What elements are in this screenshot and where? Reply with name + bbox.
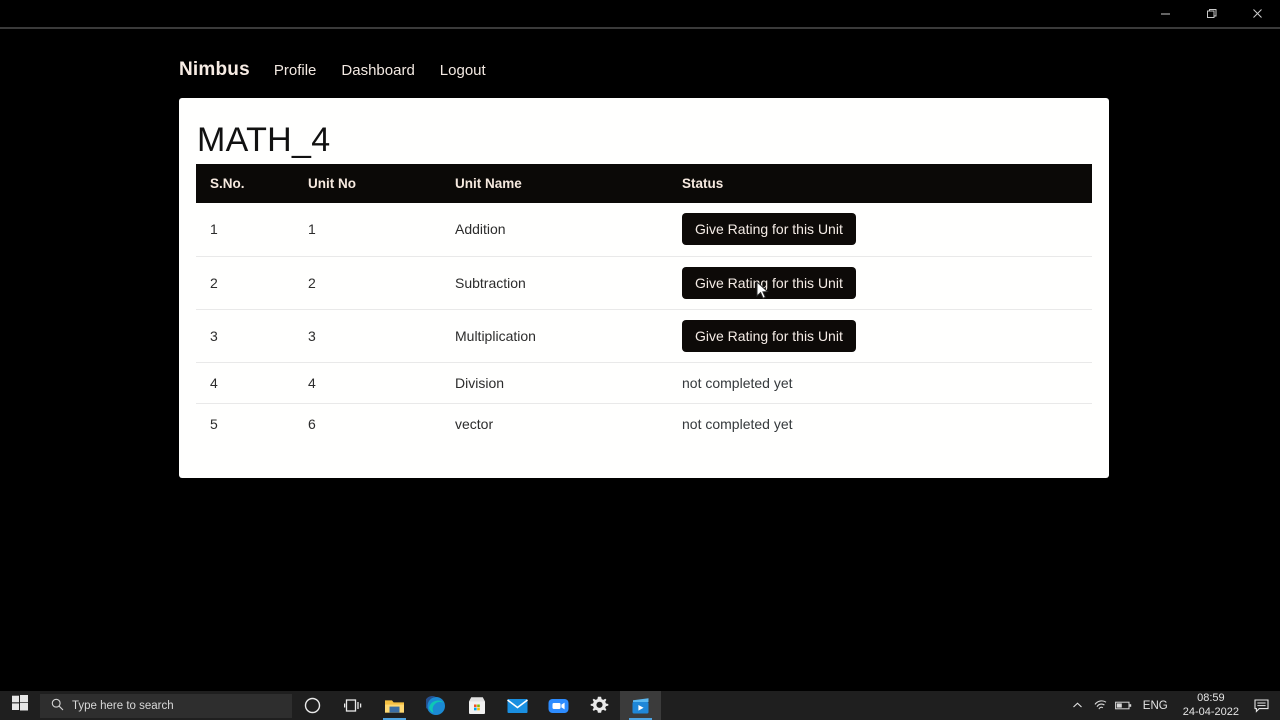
settings-gear-icon[interactable] bbox=[579, 691, 620, 720]
cell-sno: 5 bbox=[210, 415, 218, 432]
file-explorer-icon[interactable] bbox=[374, 691, 415, 720]
nav-link-logout[interactable]: Logout bbox=[440, 62, 486, 79]
table-row: 5 6 vector not completed yet bbox=[196, 403, 1092, 444]
cell-sno: 3 bbox=[196, 309, 308, 363]
language-indicator[interactable]: ENG bbox=[1135, 700, 1176, 712]
table-row: 4 4 Division not completed yet bbox=[196, 362, 1092, 404]
brand-logo[interactable]: Nimbus bbox=[179, 59, 250, 81]
column-header-status: Status bbox=[682, 176, 724, 191]
mail-icon[interactable] bbox=[497, 691, 538, 720]
cortana-icon[interactable] bbox=[292, 691, 333, 720]
cell-unit-name: Addition bbox=[455, 203, 682, 257]
cell-status: Give Rating for this Unit bbox=[682, 203, 1092, 257]
nav-link-profile[interactable]: Profile bbox=[274, 62, 317, 79]
give-rating-button[interactable]: Give Rating for this Unit bbox=[682, 213, 856, 246]
cell-status: Give Rating for this Unit bbox=[682, 309, 1092, 363]
clock-date: 24-04-2022 bbox=[1182, 705, 1239, 718]
app-page: Nimbus Profile Dashboard Logout MATH_4 S… bbox=[0, 29, 1280, 691]
table-header: S.No. Unit No Unit Name Status bbox=[196, 164, 1092, 203]
zoom-meetings-icon[interactable] bbox=[538, 691, 579, 720]
cell-status: not completed yet bbox=[682, 362, 1092, 404]
task-view-icon[interactable] bbox=[333, 691, 374, 720]
microsoft-store-icon[interactable] bbox=[456, 691, 497, 720]
status-text: not completed yet bbox=[682, 415, 793, 432]
start-button[interactable] bbox=[0, 691, 40, 720]
windows-logo-icon bbox=[12, 695, 28, 716]
system-tray: ENG 08:59 24-04-2022 bbox=[1066, 691, 1280, 720]
cell-sno: 1 bbox=[196, 203, 308, 257]
column-header-unit-no: Unit No bbox=[308, 176, 356, 191]
media-player-icon[interactable] bbox=[620, 691, 661, 720]
cell-status: not completed yet bbox=[682, 403, 1092, 444]
units-table: S.No. Unit No Unit Name Status 1 1 Addit… bbox=[196, 164, 1092, 444]
show-hidden-icons-chevron-up-icon[interactable] bbox=[1066, 691, 1089, 720]
table-body: 1 1 Addition Give Rating for this Unit 2… bbox=[196, 203, 1092, 444]
close-button[interactable] bbox=[1234, 0, 1280, 27]
column-header-sno: S.No. bbox=[210, 176, 245, 191]
cell-unit-no: 1 bbox=[308, 203, 455, 257]
restore-button[interactable] bbox=[1188, 0, 1234, 27]
page-title: MATH_4 bbox=[197, 121, 331, 159]
search-input[interactable]: Type here to search bbox=[40, 693, 292, 718]
cell-sno: 2 bbox=[196, 256, 308, 310]
taskbar: Type here to search ENG 08:59 24-04-2022 bbox=[0, 691, 1280, 720]
cell-unit-no: 4 bbox=[308, 362, 455, 404]
clock-time: 08:59 bbox=[1197, 691, 1225, 704]
column-header-unit-name: Unit Name bbox=[455, 176, 522, 191]
taskbar-icons bbox=[292, 691, 661, 720]
cell-unit-name: Subtraction bbox=[455, 256, 682, 310]
search-icon bbox=[51, 698, 64, 714]
edge-browser-icon[interactable] bbox=[415, 691, 456, 720]
cell-unit-no: 2 bbox=[308, 256, 455, 310]
window-titlebar bbox=[0, 0, 1280, 27]
give-rating-button[interactable]: Give Rating for this Unit bbox=[682, 266, 856, 299]
cell-unit-no: 3 bbox=[308, 309, 455, 363]
give-rating-button[interactable]: Give Rating for this Unit bbox=[682, 319, 856, 352]
table-header-row: S.No. Unit No Unit Name Status bbox=[196, 164, 1092, 203]
cell-sno: 4 bbox=[196, 362, 308, 404]
cell-unit-name: Division bbox=[455, 362, 682, 404]
notification-center-icon[interactable] bbox=[1246, 691, 1276, 720]
clock[interactable]: 08:59 24-04-2022 bbox=[1176, 691, 1246, 720]
nav-link-dashboard[interactable]: Dashboard bbox=[341, 62, 414, 79]
navbar: Nimbus Profile Dashboard Logout bbox=[0, 29, 1280, 91]
status-text: not completed yet bbox=[682, 374, 793, 391]
table-row: 2 2 Subtraction Give Rating for this Uni… bbox=[196, 256, 1092, 310]
cell-status: Give Rating for this Unit bbox=[682, 256, 1092, 310]
content-card: MATH_4 S.No. Unit No Unit Name Status 1 … bbox=[179, 98, 1109, 478]
table-row: 1 1 Addition Give Rating for this Unit bbox=[196, 203, 1092, 257]
cell-unit-no: 6 bbox=[308, 415, 316, 432]
search-placeholder-text: Type here to search bbox=[72, 699, 174, 712]
battery-icon[interactable] bbox=[1112, 691, 1135, 720]
cell-unit-name: Multiplication bbox=[455, 309, 682, 363]
minimize-button[interactable] bbox=[1142, 0, 1188, 27]
table-row: 3 3 Multiplication Give Rating for this … bbox=[196, 309, 1092, 363]
wifi-icon[interactable] bbox=[1089, 691, 1112, 720]
cell-unit-name: vector bbox=[455, 415, 494, 432]
